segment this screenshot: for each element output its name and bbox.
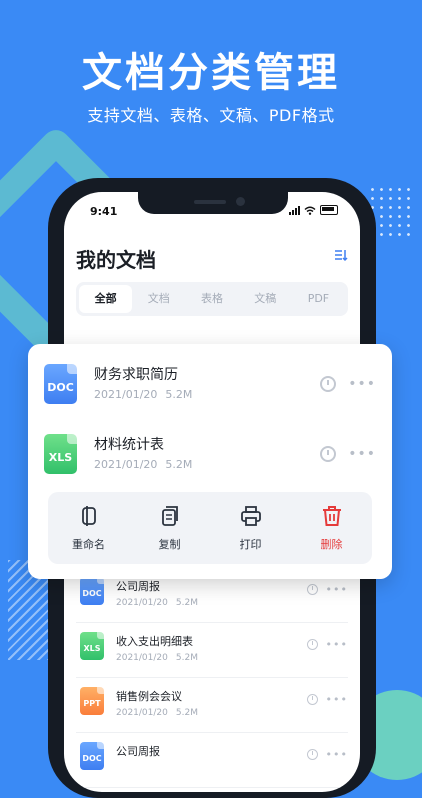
row-actions: •••	[306, 584, 348, 595]
file-size: 5.2M	[165, 458, 193, 471]
file-name: 销售例会会议	[116, 690, 182, 703]
page-title: 我的文档	[76, 248, 156, 272]
file-size: 5.2M	[175, 598, 198, 608]
file-date: 2021/01/20	[94, 458, 158, 471]
file-name: 收入支出明细表	[116, 635, 193, 648]
more-icon[interactable]: •••	[326, 749, 348, 760]
history-icon[interactable]	[320, 446, 337, 462]
popup-file-item[interactable]: XLS 材料统计表 2021/01/20 5.2M •••	[44, 414, 376, 474]
delete-button[interactable]: 删除	[291, 492, 372, 564]
print-button[interactable]: 打印	[210, 492, 291, 564]
tab-all[interactable]: 全部	[79, 285, 133, 313]
row-actions: •••	[306, 639, 348, 650]
print-label: 打印	[239, 538, 262, 551]
row-actions: •••	[306, 694, 348, 705]
file-meta: 2021/01/20 5.2M	[116, 653, 206, 663]
file-row-actions: •••	[320, 376, 376, 392]
more-icon[interactable]: •••	[326, 584, 348, 595]
more-icon[interactable]: •••	[348, 447, 376, 461]
hero-title: 文档分类管理	[82, 50, 340, 96]
copy-button[interactable]: 复制	[129, 492, 210, 564]
file-row-actions: •••	[320, 446, 376, 462]
status-icons	[289, 205, 338, 215]
trash-icon	[322, 506, 341, 526]
doc-file-icon: DOC	[80, 577, 104, 605]
more-icon[interactable]: •••	[326, 639, 348, 650]
rename-button[interactable]: 重命名	[48, 492, 129, 564]
list-item[interactable]: DOC 公司周报 •••	[76, 733, 348, 788]
tab-pdf[interactable]: PDF	[292, 285, 345, 313]
delete-label: 删除	[320, 538, 343, 551]
copy-icon	[161, 506, 178, 526]
file-meta: 2021/01/20 5.2M	[116, 598, 206, 608]
wifi-icon	[304, 206, 316, 215]
tab-documents[interactable]: 文档	[132, 285, 185, 313]
tab-presentations[interactable]: 文稿	[239, 285, 292, 313]
file-name: 公司周报	[116, 580, 160, 593]
file-date: 2021/01/20	[116, 653, 168, 663]
file-size: 5.2M	[175, 708, 198, 718]
history-icon[interactable]	[320, 376, 337, 392]
file-name: 材料统计表	[94, 437, 164, 453]
more-icon[interactable]: •••	[326, 694, 348, 705]
file-date: 2021/01/20	[94, 388, 158, 401]
file-name: 财务求职简历	[94, 367, 178, 383]
doc-file-icon: DOC	[44, 364, 77, 404]
copy-label: 复制	[158, 538, 181, 551]
action-bar: 重命名 复制 打印 删除	[48, 492, 372, 564]
history-icon[interactable]	[306, 639, 318, 650]
file-size: 5.2M	[175, 653, 198, 663]
history-icon[interactable]	[306, 584, 318, 595]
signal-icon	[289, 205, 300, 215]
list-item[interactable]: PPT 销售例会会议 2021/01/20 5.2M •••	[76, 678, 348, 733]
category-tabs: 全部 文档 表格 文稿 PDF	[76, 282, 348, 316]
history-icon[interactable]	[306, 749, 318, 760]
sort-icon[interactable]	[334, 248, 348, 262]
xls-file-icon: XLS	[80, 632, 104, 660]
file-meta: 2021/01/20 5.2M	[94, 458, 200, 471]
file-size: 5.2M	[165, 388, 193, 401]
battery-icon	[320, 205, 338, 215]
status-time: 9:41	[90, 205, 118, 218]
list-item[interactable]: XLS 收入支出明细表 2021/01/20 5.2M •••	[76, 623, 348, 678]
print-icon	[240, 506, 261, 526]
rename-label: 重命名	[72, 538, 105, 551]
more-icon[interactable]: •••	[348, 377, 376, 391]
file-date: 2021/01/20	[116, 598, 168, 608]
file-action-popup: DOC 财务求职简历 2021/01/20 5.2M ••• XLS 材料统计表 …	[28, 344, 392, 579]
rename-icon	[81, 506, 96, 526]
file-meta: 2021/01/20 5.2M	[116, 708, 206, 718]
phone-notch	[138, 192, 288, 214]
tab-spreadsheets[interactable]: 表格	[185, 285, 238, 313]
history-icon[interactable]	[306, 694, 318, 705]
hero-subtitle: 支持文档、表格、文稿、PDF格式	[87, 106, 335, 125]
speaker	[194, 200, 226, 204]
popup-file-item[interactable]: DOC 财务求职简历 2021/01/20 5.2M •••	[44, 344, 376, 404]
doc-file-icon: DOC	[80, 742, 104, 770]
file-meta: 2021/01/20 5.2M	[94, 388, 200, 401]
row-actions: •••	[306, 749, 348, 760]
xls-file-icon: XLS	[44, 434, 77, 474]
file-name: 公司周报	[116, 745, 160, 758]
ppt-file-icon: PPT	[80, 687, 104, 715]
camera	[236, 197, 245, 206]
file-date: 2021/01/20	[116, 708, 168, 718]
